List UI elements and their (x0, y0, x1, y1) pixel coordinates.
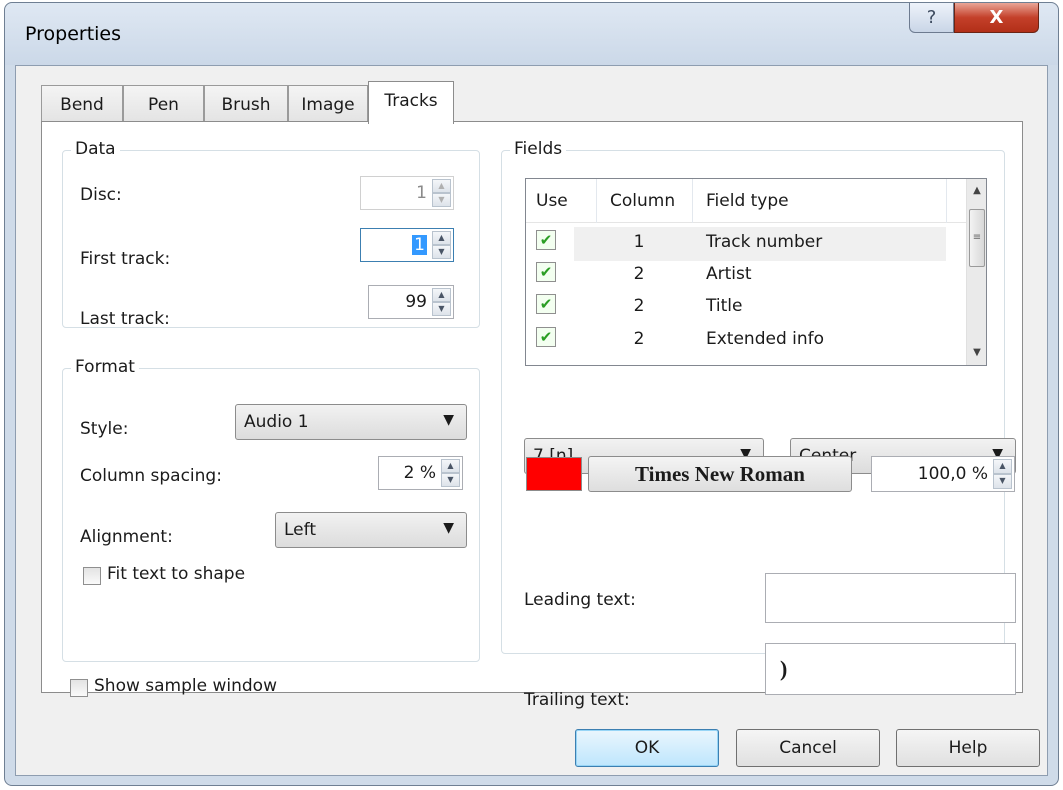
font-button[interactable]: Times New Roman (588, 456, 852, 492)
header-divider (946, 179, 947, 223)
style-combo[interactable]: Audio 1 ▼ (235, 404, 467, 440)
first-track-value[interactable]: 1 (412, 235, 427, 255)
disc-label: Disc: (80, 185, 122, 205)
use-checkbox[interactable]: ✔ (536, 230, 556, 250)
use-checkbox[interactable]: ✔ (536, 327, 556, 347)
column-header-column[interactable]: Column (610, 191, 675, 211)
help-icon[interactable]: ? (909, 3, 954, 33)
spin-down-icon[interactable]: ▼ (432, 302, 451, 316)
row-field-type: Extended info (706, 329, 825, 349)
trailing-text-input[interactable]: ) (765, 643, 1016, 695)
row-column-value: 2 (633, 264, 645, 284)
spin-down-icon[interactable]: ▼ (441, 473, 460, 487)
fit-text-label[interactable]: Fit text to shape (107, 564, 245, 584)
spin-down-icon[interactable]: ▼ (432, 245, 451, 259)
leading-text-label: Leading text: (524, 590, 636, 610)
alignment-combo-value: Left (284, 520, 316, 540)
close-icon[interactable]: X (954, 3, 1039, 33)
row-column-value: 1 (633, 232, 645, 252)
last-track-value[interactable]: 99 (405, 292, 427, 312)
style-label: Style: (80, 419, 129, 439)
data-group: Data Disc: 1 ▲ ▼ First track: 1 ▲ ▼ Last t… (62, 139, 480, 329)
row-field-type: Track number (706, 232, 823, 252)
spin-up-icon[interactable]: ▲ (432, 288, 451, 302)
spin-up-icon[interactable]: ▲ (993, 459, 1012, 474)
header-divider (692, 179, 693, 223)
format-group: Format Style: Audio 1 ▼ Column spacing: … (62, 357, 480, 662)
fields-list-scrollbar[interactable]: ▲ ≡ ▼ (966, 179, 986, 365)
tab-tracks[interactable]: Tracks (368, 81, 454, 124)
alignment-label: Alignment: (80, 527, 173, 547)
leading-text-input[interactable] (765, 573, 1016, 623)
chevron-down-icon: ▼ (443, 412, 454, 428)
use-checkbox[interactable]: ✔ (536, 262, 556, 282)
use-checkbox[interactable]: ✔ (536, 294, 556, 314)
table-row[interactable]: ✔ 2 Extended info (526, 324, 966, 358)
tab-pen[interactable]: Pen (123, 85, 204, 123)
column-spacing-label: Column spacing: (80, 466, 222, 486)
fields-group-title: Fields (510, 139, 567, 159)
trailing-text-label: Trailing text: (524, 690, 630, 710)
scroll-down-icon[interactable]: ▼ (967, 341, 986, 365)
tab-bend[interactable]: Bend (41, 85, 123, 123)
format-group-title: Format (71, 357, 139, 377)
first-track-spinner[interactable]: 1 ▲ ▼ (360, 228, 454, 262)
spin-up-icon[interactable]: ▲ (441, 459, 460, 473)
column-header-field-type[interactable]: Field type (706, 191, 789, 211)
row-field-type: Title (706, 296, 743, 316)
tracks-tab-panel: Data Disc: 1 ▲ ▼ First track: 1 ▲ ▼ Last t… (41, 121, 1023, 710)
last-track-label: Last track: (80, 309, 170, 329)
ok-button[interactable]: OK (575, 729, 719, 767)
properties-dialog: Properties ? X Bend Pen Brush Image Trac… (4, 2, 1059, 786)
help-button[interactable]: Help (896, 729, 1040, 767)
data-group-title: Data (71, 139, 120, 159)
header-divider (596, 179, 597, 223)
show-sample-label[interactable]: Show sample window (94, 676, 277, 696)
fit-text-checkbox[interactable] (83, 567, 101, 585)
spin-up-icon: ▲ (432, 179, 451, 193)
row-column-value: 2 (633, 296, 645, 316)
title-bar (5, 3, 1058, 65)
row-column-value: 2 (633, 329, 645, 349)
table-row[interactable]: ✔ 1 Track number (526, 227, 966, 261)
row-field-type: Artist (706, 264, 752, 284)
first-track-label: First track: (80, 249, 171, 269)
column-header-use[interactable]: Use (536, 191, 568, 211)
show-sample-checkbox[interactable] (70, 679, 88, 697)
fields-list[interactable]: Use Column Field type ✔ 1 Track number ✔… (525, 178, 987, 366)
spin-down-icon[interactable]: ▼ (993, 474, 1012, 489)
spin-down-icon: ▼ (432, 193, 451, 207)
style-combo-value: Audio 1 (244, 412, 309, 432)
dialog-client-area: Bend Pen Brush Image Tracks Data Disc: 1… (15, 65, 1048, 776)
font-scale-value[interactable]: 100,0 % (918, 464, 988, 484)
fields-list-header: Use Column Field type (526, 179, 966, 223)
chevron-down-icon: ▼ (443, 520, 454, 536)
font-scale-spinner[interactable]: 100,0 % ▲ ▼ (871, 456, 1015, 492)
table-row[interactable]: ✔ 2 Title (526, 291, 966, 325)
column-spacing-spinner[interactable]: 2 % ▲ ▼ (378, 456, 463, 490)
alignment-combo[interactable]: Left ▼ (275, 512, 467, 548)
tab-brush[interactable]: Brush (204, 85, 288, 123)
scroll-thumb[interactable]: ≡ (969, 209, 985, 267)
column-spacing-value[interactable]: 2 % (404, 463, 436, 483)
dialog-title: Properties (25, 23, 122, 45)
spin-up-icon[interactable]: ▲ (432, 231, 451, 245)
table-row[interactable]: ✔ 2 Artist (526, 259, 966, 293)
scroll-up-icon[interactable]: ▲ (967, 179, 986, 203)
tab-image[interactable]: Image (288, 85, 368, 123)
cancel-button[interactable]: Cancel (736, 729, 880, 767)
last-track-spinner[interactable]: 99 ▲ ▼ (368, 285, 454, 319)
disc-spinner: 1 ▲ ▼ (360, 176, 454, 210)
disc-value: 1 (416, 183, 427, 203)
color-swatch-button[interactable] (526, 457, 582, 491)
